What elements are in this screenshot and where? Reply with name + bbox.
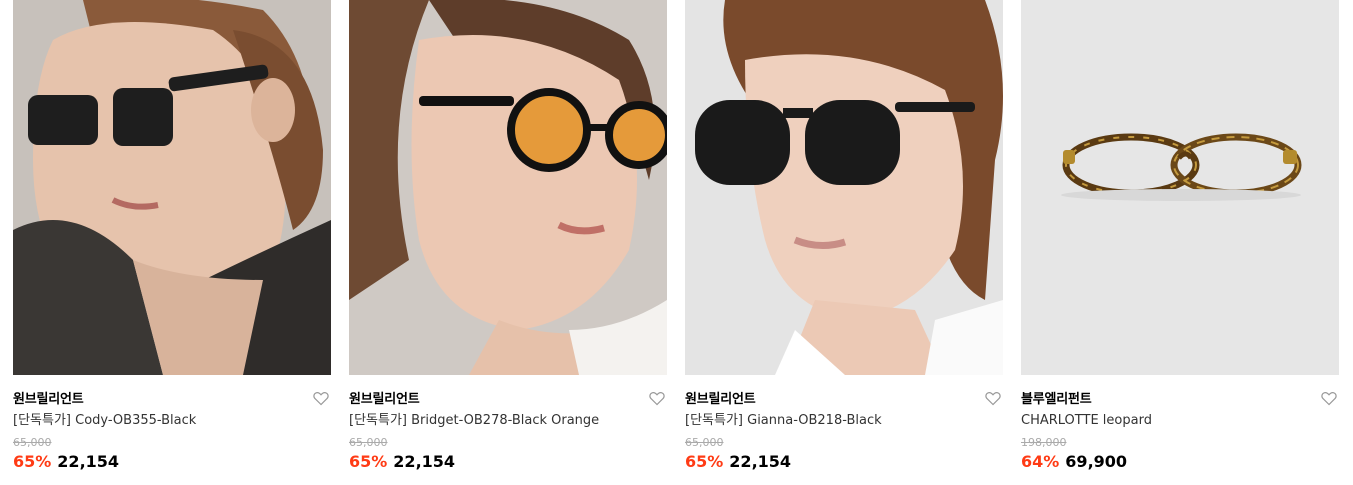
- sale-price: 22,154: [57, 452, 120, 471]
- product-name[interactable]: CHARLOTTE leopard: [1021, 412, 1339, 430]
- sale-price: 22,154: [729, 452, 792, 471]
- heart-outline-icon[interactable]: [649, 391, 665, 406]
- discount-rate: 65%: [685, 452, 724, 471]
- original-price: 65,000: [349, 436, 388, 449]
- heart-outline-icon[interactable]: [1321, 391, 1337, 406]
- product-image[interactable]: [349, 0, 667, 375]
- product-grid: 원브릴리언트 [단독특가] Cody-OB355-Black 65,000 65…: [0, 0, 1353, 485]
- brand-row: 블루엘리펀트: [1021, 388, 1339, 408]
- product-photo-gianna: [685, 0, 1003, 375]
- product-photo-charlotte: [1021, 0, 1339, 375]
- brand-name[interactable]: 원브릴리언트: [13, 390, 84, 410]
- product-image[interactable]: [13, 0, 331, 375]
- product-card[interactable]: 원브릴리언트 [단독특가] Gianna-OB218-Black 65,000 …: [685, 0, 1003, 485]
- price-row: 65% 22,154: [349, 452, 667, 472]
- price-row: 64% 69,900: [1021, 452, 1339, 472]
- price-row: 65% 22,154: [685, 452, 1003, 472]
- product-card[interactable]: 블루엘리펀트 CHARLOTTE leopard 198,000 64% 69,9…: [1021, 0, 1339, 485]
- original-price: 198,000: [1021, 436, 1067, 449]
- heart-outline-icon[interactable]: [313, 391, 329, 406]
- product-card[interactable]: 원브릴리언트 [단독특가] Bridget-OB278-Black Orange…: [349, 0, 667, 485]
- product-name[interactable]: [단독특가] Gianna-OB218-Black: [685, 412, 1003, 430]
- brand-row: 원브릴리언트: [685, 388, 1003, 408]
- price-row: 65% 22,154: [13, 452, 331, 472]
- product-image[interactable]: [685, 0, 1003, 375]
- sale-price: 69,900: [1065, 452, 1128, 471]
- sale-price: 22,154: [393, 452, 456, 471]
- original-price: 65,000: [685, 436, 724, 449]
- discount-rate: 65%: [349, 452, 388, 471]
- brand-name[interactable]: 원브릴리언트: [685, 390, 756, 410]
- product-image[interactable]: [1021, 0, 1339, 375]
- product-name[interactable]: [단독특가] Cody-OB355-Black: [13, 412, 331, 430]
- product-photo-cody: [13, 0, 331, 375]
- brand-name[interactable]: 블루엘리펀트: [1021, 390, 1092, 410]
- brand-name[interactable]: 원브릴리언트: [349, 390, 420, 410]
- discount-rate: 64%: [1021, 452, 1060, 471]
- product-photo-bridget: [349, 0, 667, 375]
- brand-row: 원브릴리언트: [349, 388, 667, 408]
- brand-row: 원브릴리언트: [13, 388, 331, 408]
- heart-outline-icon[interactable]: [985, 391, 1001, 406]
- product-card[interactable]: 원브릴리언트 [단독특가] Cody-OB355-Black 65,000 65…: [13, 0, 331, 485]
- discount-rate: 65%: [13, 452, 52, 471]
- product-name[interactable]: [단독특가] Bridget-OB278-Black Orange: [349, 412, 667, 430]
- original-price: 65,000: [13, 436, 52, 449]
